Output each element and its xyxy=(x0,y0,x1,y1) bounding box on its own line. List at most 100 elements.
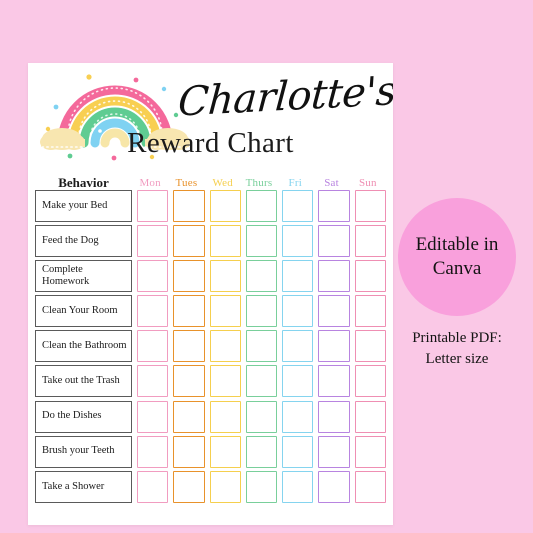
checkbox-cell-sun[interactable] xyxy=(354,295,386,328)
checkbox-cell-sat[interactable] xyxy=(318,400,350,433)
day-header-mon: Mon xyxy=(139,177,161,189)
table-row: Complete Homework xyxy=(35,260,386,293)
checkbox-cell-tues[interactable] xyxy=(173,190,205,222)
checkbox-cell-tues[interactable] xyxy=(173,435,205,468)
checkbox-cell-mon[interactable] xyxy=(137,295,169,328)
behavior-label-cell: Clean Your Room xyxy=(35,295,132,328)
checkbox-cell-sun[interactable] xyxy=(354,330,386,363)
checkbox-cell-sun[interactable] xyxy=(354,190,386,222)
checkbox-cell-wed[interactable] xyxy=(209,330,241,363)
checkbox-cell-thurs[interactable] xyxy=(245,295,278,328)
table-row: Make your Bed xyxy=(35,190,386,222)
checkbox-group xyxy=(132,435,386,468)
checkbox-cell-wed[interactable] xyxy=(209,470,241,503)
checkbox-cell-fri[interactable] xyxy=(282,400,314,433)
checkbox-cell-tues[interactable] xyxy=(173,260,205,293)
printable-pdf-note: Printable PDF: Letter size xyxy=(393,328,521,370)
checkbox-cell-thurs[interactable] xyxy=(245,435,278,468)
checkbox-group xyxy=(132,295,386,328)
checkbox-cell-sat[interactable] xyxy=(318,470,350,503)
checkbox-group xyxy=(132,470,386,503)
checkbox-cell-sun[interactable] xyxy=(354,435,386,468)
checkbox-cell-tues[interactable] xyxy=(173,330,205,363)
day-header-thurs: Thurs xyxy=(245,177,273,189)
table-header-row: Behavior Mon Tues Wed Thurs Fri Sat Sun xyxy=(35,170,386,190)
checkbox-cell-tues[interactable] xyxy=(173,470,205,503)
checkbox-cell-tues[interactable] xyxy=(173,295,205,328)
note-line-1: Printable PDF: xyxy=(412,330,502,346)
checkbox-cell-sun[interactable] xyxy=(354,365,386,398)
checkbox-cell-tues[interactable] xyxy=(173,400,205,433)
checkbox-cell-wed[interactable] xyxy=(209,190,241,222)
note-line-2: Letter size xyxy=(425,351,489,367)
checkbox-cell-sun[interactable] xyxy=(354,400,386,433)
reward-chart-page: Charlotte's Reward Chart Behavior Mon Tue… xyxy=(28,63,393,525)
checkbox-cell-wed[interactable] xyxy=(209,400,241,433)
checkbox-cell-mon[interactable] xyxy=(137,400,169,433)
checkbox-cell-fri[interactable] xyxy=(282,365,314,398)
checkbox-cell-mon[interactable] xyxy=(137,225,169,258)
badge-label: Editable in Canva xyxy=(415,234,499,279)
checkbox-cell-fri[interactable] xyxy=(282,295,314,328)
checkbox-cell-sat[interactable] xyxy=(318,435,350,468)
table-row: Clean Your Room xyxy=(35,295,386,328)
checkbox-cell-wed[interactable] xyxy=(209,295,241,328)
checkbox-group xyxy=(132,225,386,258)
day-header-sat: Sat xyxy=(324,177,339,189)
checkbox-cell-thurs[interactable] xyxy=(245,400,278,433)
checkbox-cell-sat[interactable] xyxy=(318,260,350,293)
checkbox-cell-thurs[interactable] xyxy=(245,190,278,222)
behavior-label-cell: Make your Bed xyxy=(35,190,132,222)
checkbox-cell-mon[interactable] xyxy=(137,365,169,398)
checkbox-group xyxy=(132,330,386,363)
checkbox-cell-fri[interactable] xyxy=(282,330,314,363)
chart-header: Charlotte's Reward Chart xyxy=(28,63,393,173)
table-row: Clean the Bathroom xyxy=(35,330,386,363)
checkbox-cell-sat[interactable] xyxy=(318,225,350,258)
checkbox-cell-sat[interactable] xyxy=(318,295,350,328)
checkbox-cell-tues[interactable] xyxy=(173,365,205,398)
checkbox-cell-sun[interactable] xyxy=(354,470,386,503)
checkbox-cell-thurs[interactable] xyxy=(245,260,278,293)
checkbox-cell-mon[interactable] xyxy=(137,470,169,503)
checkbox-cell-sun[interactable] xyxy=(354,260,386,293)
behavior-label-cell: Clean the Bathroom xyxy=(35,330,132,363)
checkbox-cell-mon[interactable] xyxy=(137,190,169,222)
checkbox-group xyxy=(132,260,386,293)
checkbox-cell-sun[interactable] xyxy=(354,225,386,258)
page-title-serif: Reward Chart xyxy=(127,127,294,159)
table-body: Make your Bed Feed the Dog Complete Homewo… xyxy=(35,190,386,503)
checkbox-cell-thurs[interactable] xyxy=(245,225,278,258)
checkbox-cell-thurs[interactable] xyxy=(245,470,278,503)
checkbox-cell-thurs[interactable] xyxy=(245,330,278,363)
checkbox-cell-wed[interactable] xyxy=(209,260,241,293)
checkbox-cell-sat[interactable] xyxy=(318,330,350,363)
checkbox-cell-fri[interactable] xyxy=(282,260,314,293)
checkbox-group xyxy=(132,190,386,222)
behavior-label-cell: Take a Shower xyxy=(35,470,132,503)
day-header-wed: Wed xyxy=(212,177,233,189)
day-header-sun: Sun xyxy=(358,177,377,189)
checkbox-cell-fri[interactable] xyxy=(282,435,314,468)
checkbox-cell-fri[interactable] xyxy=(282,190,314,222)
checkbox-cell-sat[interactable] xyxy=(318,365,350,398)
checkbox-cell-wed[interactable] xyxy=(209,435,241,468)
checkbox-cell-fri[interactable] xyxy=(282,225,314,258)
checkbox-cell-wed[interactable] xyxy=(209,365,241,398)
checkbox-cell-mon[interactable] xyxy=(137,330,169,363)
checkbox-cell-tues[interactable] xyxy=(173,225,205,258)
checkbox-cell-mon[interactable] xyxy=(137,435,169,468)
checkbox-cell-mon[interactable] xyxy=(137,260,169,293)
table-row: Take a Shower xyxy=(35,470,386,503)
table-row: Brush your Teeth xyxy=(35,435,386,468)
day-header-group: Mon Tues Wed Thurs Fri Sat Sun xyxy=(132,176,386,190)
checkbox-cell-fri[interactable] xyxy=(282,470,314,503)
checkbox-cell-sat[interactable] xyxy=(318,190,350,222)
checkbox-cell-wed[interactable] xyxy=(209,225,241,258)
checkbox-group xyxy=(132,365,386,398)
day-header-tues: Tues xyxy=(175,177,198,189)
table-row: Take out the Trash xyxy=(35,365,386,398)
day-header-fri: Fri xyxy=(288,177,302,189)
checkbox-cell-thurs[interactable] xyxy=(245,365,278,398)
table-row: Feed the Dog xyxy=(35,225,386,258)
